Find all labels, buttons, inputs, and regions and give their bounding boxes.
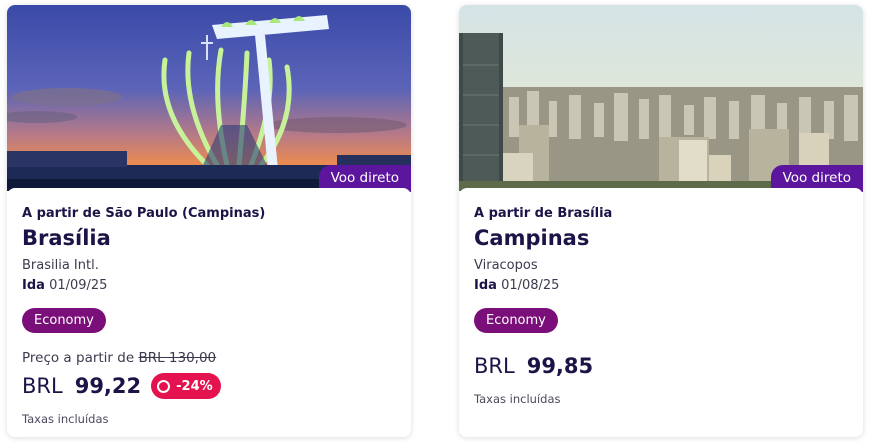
price-amount: 99,22 [74, 374, 142, 398]
brasilia-cathedral-image [7, 5, 411, 191]
destination-name[interactable]: Brasília [22, 226, 111, 250]
offer-details: A partir de Brasília Campinas Viracopos … [459, 188, 863, 437]
currency: BRL [474, 354, 515, 378]
old-price: BRL 130,00 [138, 350, 217, 366]
date-label: Ida [474, 278, 497, 293]
campinas-skyline-image [459, 5, 863, 191]
price-amount: 99,85 [526, 354, 594, 378]
airport-name: Viracopos [474, 258, 538, 273]
currency: BRL [22, 374, 63, 398]
price-row: BRL 99,85 [474, 354, 593, 378]
offer-card-brasilia[interactable]: Voo direto A partir de São Paulo (Campin… [7, 5, 411, 437]
destination-photo [7, 5, 411, 191]
discount-badge: -24% [151, 373, 221, 399]
discount-value: -24% [176, 378, 213, 394]
destination-photo [459, 5, 863, 191]
airport-name: Brasilia Intl. [22, 258, 99, 273]
offer-details: A partir de São Paulo (Campinas) Brasíli… [7, 188, 411, 437]
date-value: 01/09/25 [49, 278, 108, 293]
offer-card-campinas[interactable]: Voo direto A partir de Brasília Campinas… [459, 5, 863, 437]
taxes-note: Taxas incluídas [22, 412, 109, 426]
departure-date: Ida 01/08/25 [474, 278, 559, 293]
destination-name[interactable]: Campinas [474, 226, 589, 250]
departure-date: Ida 01/09/25 [22, 278, 107, 293]
price-row: BRL 99,22 -24% [22, 373, 221, 399]
date-label: Ida [22, 278, 45, 293]
taxes-note: Taxas incluídas [474, 392, 561, 406]
from-price-text: Preço a partir de BRL 130,00 [22, 350, 216, 366]
cabin-class-pill: Economy [22, 308, 106, 333]
origin-label: A partir de Brasília [474, 206, 613, 221]
cabin-class-pill: Economy [474, 308, 558, 333]
from-price-label: Preço a partir de [22, 350, 135, 366]
origin-label: A partir de São Paulo (Campinas) [22, 206, 266, 221]
offers-page: Voo direto A partir de São Paulo (Campin… [0, 0, 869, 444]
date-value: 01/08/25 [501, 278, 560, 293]
discount-dot-icon [157, 379, 171, 393]
